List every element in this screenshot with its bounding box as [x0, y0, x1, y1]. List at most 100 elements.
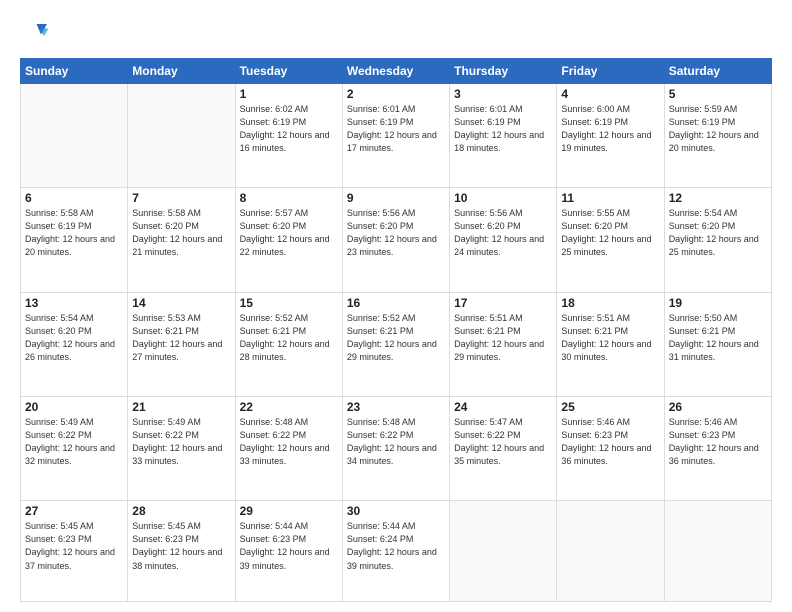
logo	[20, 18, 54, 48]
day-info: Sunrise: 5:46 AM Sunset: 6:23 PM Dayligh…	[669, 416, 767, 468]
day-number: 24	[454, 400, 552, 414]
calendar-cell: 29 Sunrise: 5:44 AM Sunset: 6:23 PM Dayli…	[235, 501, 342, 602]
weekday-header-friday: Friday	[557, 59, 664, 84]
day-number: 21	[132, 400, 230, 414]
day-number: 10	[454, 191, 552, 205]
calendar-cell	[557, 501, 664, 602]
day-number: 28	[132, 504, 230, 518]
day-info: Sunrise: 5:59 AM Sunset: 6:19 PM Dayligh…	[669, 103, 767, 155]
day-info: Sunrise: 5:51 AM Sunset: 6:21 PM Dayligh…	[561, 312, 659, 364]
day-info: Sunrise: 6:02 AM Sunset: 6:19 PM Dayligh…	[240, 103, 338, 155]
calendar-cell: 14 Sunrise: 5:53 AM Sunset: 6:21 PM Dayli…	[128, 292, 235, 396]
day-number: 22	[240, 400, 338, 414]
day-number: 23	[347, 400, 445, 414]
day-number: 4	[561, 87, 659, 101]
day-info: Sunrise: 6:01 AM Sunset: 6:19 PM Dayligh…	[347, 103, 445, 155]
day-number: 12	[669, 191, 767, 205]
day-info: Sunrise: 5:58 AM Sunset: 6:20 PM Dayligh…	[132, 207, 230, 259]
weekday-header-sunday: Sunday	[21, 59, 128, 84]
calendar-cell: 28 Sunrise: 5:45 AM Sunset: 6:23 PM Dayli…	[128, 501, 235, 602]
calendar-cell: 8 Sunrise: 5:57 AM Sunset: 6:20 PM Daylig…	[235, 188, 342, 292]
calendar-cell: 25 Sunrise: 5:46 AM Sunset: 6:23 PM Dayli…	[557, 397, 664, 501]
day-info: Sunrise: 5:45 AM Sunset: 6:23 PM Dayligh…	[25, 520, 123, 572]
weekday-header-thursday: Thursday	[450, 59, 557, 84]
day-number: 9	[347, 191, 445, 205]
day-info: Sunrise: 6:01 AM Sunset: 6:19 PM Dayligh…	[454, 103, 552, 155]
calendar-cell: 12 Sunrise: 5:54 AM Sunset: 6:20 PM Dayli…	[664, 188, 771, 292]
calendar-cell: 7 Sunrise: 5:58 AM Sunset: 6:20 PM Daylig…	[128, 188, 235, 292]
calendar-cell	[128, 84, 235, 188]
day-info: Sunrise: 5:44 AM Sunset: 6:24 PM Dayligh…	[347, 520, 445, 572]
calendar-cell: 13 Sunrise: 5:54 AM Sunset: 6:20 PM Dayli…	[21, 292, 128, 396]
calendar-cell: 16 Sunrise: 5:52 AM Sunset: 6:21 PM Dayli…	[342, 292, 449, 396]
day-info: Sunrise: 5:56 AM Sunset: 6:20 PM Dayligh…	[454, 207, 552, 259]
day-number: 8	[240, 191, 338, 205]
calendar-cell: 1 Sunrise: 6:02 AM Sunset: 6:19 PM Daylig…	[235, 84, 342, 188]
calendar-cell: 5 Sunrise: 5:59 AM Sunset: 6:19 PM Daylig…	[664, 84, 771, 188]
weekday-header-row: SundayMondayTuesdayWednesdayThursdayFrid…	[21, 59, 772, 84]
calendar-cell	[664, 501, 771, 602]
day-number: 20	[25, 400, 123, 414]
day-info: Sunrise: 5:48 AM Sunset: 6:22 PM Dayligh…	[240, 416, 338, 468]
calendar-cell: 19Sunrise: 5:50 AM Sunset: 6:21 PM Dayli…	[664, 292, 771, 396]
calendar-cell: 2Sunrise: 6:01 AM Sunset: 6:19 PM Daylig…	[342, 84, 449, 188]
calendar-cell: 27 Sunrise: 5:45 AM Sunset: 6:23 PM Dayli…	[21, 501, 128, 602]
calendar-cell: 26 Sunrise: 5:46 AM Sunset: 6:23 PM Dayli…	[664, 397, 771, 501]
day-number: 5	[669, 87, 767, 101]
day-info: Sunrise: 5:54 AM Sunset: 6:20 PM Dayligh…	[25, 312, 123, 364]
calendar-cell: 10 Sunrise: 5:56 AM Sunset: 6:20 PM Dayli…	[450, 188, 557, 292]
calendar-cell	[450, 501, 557, 602]
weekday-header-saturday: Saturday	[664, 59, 771, 84]
calendar-cell: 4Sunrise: 6:00 AM Sunset: 6:19 PM Daylig…	[557, 84, 664, 188]
day-info: Sunrise: 5:53 AM Sunset: 6:21 PM Dayligh…	[132, 312, 230, 364]
day-info: Sunrise: 5:46 AM Sunset: 6:23 PM Dayligh…	[561, 416, 659, 468]
day-number: 14	[132, 296, 230, 310]
calendar-cell: 9 Sunrise: 5:56 AM Sunset: 6:20 PM Daylig…	[342, 188, 449, 292]
day-info: Sunrise: 5:54 AM Sunset: 6:20 PM Dayligh…	[669, 207, 767, 259]
calendar-table: SundayMondayTuesdayWednesdayThursdayFrid…	[20, 58, 772, 602]
calendar-cell: 20 Sunrise: 5:49 AM Sunset: 6:22 PM Dayli…	[21, 397, 128, 501]
day-number: 29	[240, 504, 338, 518]
weekday-header-tuesday: Tuesday	[235, 59, 342, 84]
weekday-header-wednesday: Wednesday	[342, 59, 449, 84]
day-number: 6	[25, 191, 123, 205]
day-number: 1	[240, 87, 338, 101]
day-info: Sunrise: 5:51 AM Sunset: 6:21 PM Dayligh…	[454, 312, 552, 364]
header	[20, 18, 772, 48]
day-info: Sunrise: 5:49 AM Sunset: 6:22 PM Dayligh…	[25, 416, 123, 468]
day-number: 25	[561, 400, 659, 414]
week-row-4: 27 Sunrise: 5:45 AM Sunset: 6:23 PM Dayli…	[21, 501, 772, 602]
day-number: 13	[25, 296, 123, 310]
calendar-cell: 3 Sunrise: 6:01 AM Sunset: 6:19 PM Daylig…	[450, 84, 557, 188]
day-info: Sunrise: 5:45 AM Sunset: 6:23 PM Dayligh…	[132, 520, 230, 572]
calendar-cell: 30Sunrise: 5:44 AM Sunset: 6:24 PM Dayli…	[342, 501, 449, 602]
day-number: 27	[25, 504, 123, 518]
day-number: 26	[669, 400, 767, 414]
day-number: 7	[132, 191, 230, 205]
day-info: Sunrise: 5:47 AM Sunset: 6:22 PM Dayligh…	[454, 416, 552, 468]
day-number: 11	[561, 191, 659, 205]
day-info: Sunrise: 5:48 AM Sunset: 6:22 PM Dayligh…	[347, 416, 445, 468]
day-info: Sunrise: 5:55 AM Sunset: 6:20 PM Dayligh…	[561, 207, 659, 259]
week-row-0: 1 Sunrise: 6:02 AM Sunset: 6:19 PM Daylig…	[21, 84, 772, 188]
day-info: Sunrise: 5:49 AM Sunset: 6:22 PM Dayligh…	[132, 416, 230, 468]
calendar-cell	[21, 84, 128, 188]
day-info: Sunrise: 5:44 AM Sunset: 6:23 PM Dayligh…	[240, 520, 338, 572]
calendar-cell: 21 Sunrise: 5:49 AM Sunset: 6:22 PM Dayli…	[128, 397, 235, 501]
calendar-cell: 15 Sunrise: 5:52 AM Sunset: 6:21 PM Dayli…	[235, 292, 342, 396]
day-info: Sunrise: 5:56 AM Sunset: 6:20 PM Dayligh…	[347, 207, 445, 259]
day-number: 18	[561, 296, 659, 310]
calendar-cell: 18 Sunrise: 5:51 AM Sunset: 6:21 PM Dayli…	[557, 292, 664, 396]
day-info: Sunrise: 5:57 AM Sunset: 6:20 PM Dayligh…	[240, 207, 338, 259]
day-number: 15	[240, 296, 338, 310]
day-info: Sunrise: 5:58 AM Sunset: 6:19 PM Dayligh…	[25, 207, 123, 259]
day-number: 17	[454, 296, 552, 310]
day-info: Sunrise: 5:52 AM Sunset: 6:21 PM Dayligh…	[240, 312, 338, 364]
calendar-cell: 22 Sunrise: 5:48 AM Sunset: 6:22 PM Dayli…	[235, 397, 342, 501]
week-row-1: 6 Sunrise: 5:58 AM Sunset: 6:19 PM Daylig…	[21, 188, 772, 292]
day-number: 16	[347, 296, 445, 310]
day-info: Sunrise: 5:52 AM Sunset: 6:21 PM Dayligh…	[347, 312, 445, 364]
calendar-cell: 6 Sunrise: 5:58 AM Sunset: 6:19 PM Daylig…	[21, 188, 128, 292]
week-row-3: 20 Sunrise: 5:49 AM Sunset: 6:22 PM Dayli…	[21, 397, 772, 501]
day-number: 3	[454, 87, 552, 101]
